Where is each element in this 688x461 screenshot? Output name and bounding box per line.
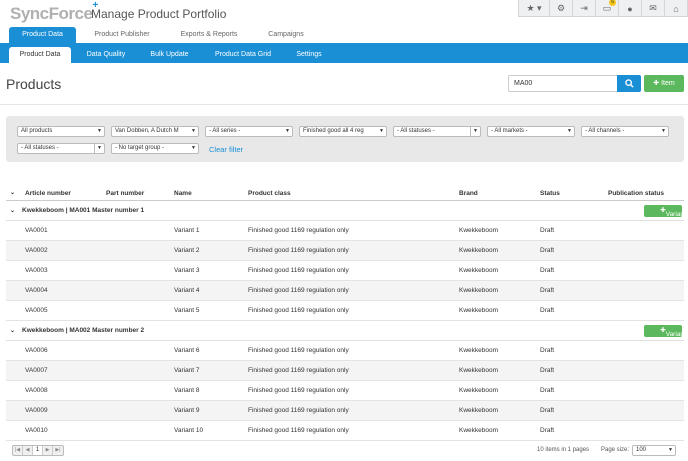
pager: |◀ ◀ 1 ▶ ▶|: [12, 445, 64, 456]
next-page-icon[interactable]: ▶: [43, 446, 53, 455]
search-icon: [624, 79, 634, 88]
table-row[interactable]: VA0007 Variant 7 Finished good 1169 regula…: [6, 361, 684, 381]
table-row[interactable]: VA0002 Variant 2 Finished good 1169 regula…: [6, 241, 684, 261]
top-bar: SyncForce+ Manage Product Portfolio ★ ▾ …: [0, 0, 688, 26]
logout-icon[interactable]: ⇥: [573, 0, 596, 17]
filter-status-select[interactable]: - All statuses - ▼: [393, 126, 481, 137]
main-tabs: Product Data Product Publisher Exports &…: [0, 26, 688, 43]
plus-icon: ✚: [653, 80, 662, 87]
filter-series-select[interactable]: - All series - ▼: [205, 126, 293, 137]
group-title: Kwekkeboom | MA002 Master number 2: [22, 327, 145, 334]
table-row[interactable]: VA0006 Variant 6 Finished good 1169 regula…: [6, 341, 684, 361]
chevron-down-icon: ▼: [97, 128, 102, 134]
group-header[interactable]: ⌄ Kwekkeboom | MA001 Master number 1 ✚ V…: [6, 201, 686, 221]
column-brand[interactable]: Brand: [459, 186, 478, 201]
collapse-chevron-icon[interactable]: ⌄: [10, 321, 15, 341]
group-header[interactable]: ⌄ Kwekkeboom | MA002 Master number 2 ✚ V…: [6, 321, 686, 341]
grid-header: ⌄ Article number Part number Name Produc…: [6, 186, 684, 201]
chevron-down-icon: ▼: [191, 145, 196, 151]
grid-footer: |◀ ◀ 1 ▶ ▶| 10 items in 1 pages Page siz…: [0, 443, 688, 461]
column-product-class[interactable]: Product class: [248, 186, 291, 201]
column-article-number[interactable]: Article number: [25, 186, 71, 201]
filter-target-group-select[interactable]: - No target group - ▼: [111, 143, 199, 154]
search-input[interactable]: MA00: [508, 75, 618, 92]
collapse-chevron-icon[interactable]: ⌄: [10, 201, 15, 221]
subtab-product-data[interactable]: Product Data: [9, 47, 71, 63]
filter-products-select[interactable]: All products ▼: [17, 126, 105, 137]
chevron-down-icon: ▼: [191, 128, 196, 134]
inbox-icon[interactable]: ▭ 6: [596, 0, 619, 17]
sub-tabs: Product Data Data Quality Bulk Update Pr…: [0, 43, 688, 63]
notification-badge: 6: [609, 0, 616, 6]
clear-filter-link[interactable]: Clear filter: [209, 145, 243, 154]
chevron-down-icon: ▼: [661, 128, 666, 134]
subtab-settings[interactable]: Settings: [286, 47, 332, 63]
search-button[interactable]: [617, 75, 641, 92]
chevron-down-icon: ▼: [473, 128, 478, 134]
divider: [0, 104, 688, 105]
column-name[interactable]: Name: [174, 186, 192, 201]
table-row[interactable]: VA0010 Variant 10 Finished good 1169 regul…: [6, 421, 684, 441]
add-item-button[interactable]: ✚ Item: [644, 75, 684, 92]
chevron-down-icon: ▼: [97, 145, 102, 151]
chevron-down-icon: ▼: [567, 128, 572, 134]
subtab-data-quality[interactable]: Data Quality: [78, 47, 134, 63]
page-size-label: Page size:: [601, 447, 630, 453]
column-publication-status[interactable]: Publication status: [608, 186, 664, 201]
tab-product-publisher[interactable]: Product Publisher: [87, 27, 157, 43]
syncforce-logo[interactable]: SyncForce+: [10, 0, 98, 24]
table-row[interactable]: VA0004 Variant 4 Finished good 1169 regula…: [6, 281, 684, 301]
prev-page-icon[interactable]: ◀: [23, 446, 33, 455]
page-title: Products: [6, 76, 62, 92]
table-row[interactable]: VA0001 Variant 1 Finished good 1169 regula…: [6, 221, 684, 241]
home-icon[interactable]: ⌂: [665, 0, 688, 17]
chevron-down-icon: ▼: [668, 447, 673, 453]
table-row[interactable]: VA0008 Variant 8 Finished good 1169 regula…: [6, 381, 684, 401]
column-status[interactable]: Status: [540, 186, 560, 201]
first-page-icon[interactable]: |◀: [13, 446, 23, 455]
pager-info: 10 items in 1 pages: [537, 447, 590, 453]
column-part-number[interactable]: Part number: [106, 186, 144, 201]
tab-product-data[interactable]: Product Data: [9, 27, 76, 43]
add-variant-button[interactable]: ✚ Variant: [644, 325, 686, 338]
top-icon-bar: ★ ▾ ⚙ ⇥ ▭ 6 ● ✉ ⌂: [518, 0, 688, 17]
table-row[interactable]: VA0009 Variant 9 Finished good 1169 regula…: [6, 401, 684, 421]
filter-channels-select[interactable]: - All channels - ▼: [581, 126, 669, 137]
filter-brand-select[interactable]: Van Dobben, A Dutch M ▼: [111, 126, 199, 137]
filter-product-class-select[interactable]: Finished good all 4 reg ▼: [299, 126, 387, 137]
filter-markets-select[interactable]: - All markets - ▼: [487, 126, 575, 137]
add-variant-button[interactable]: ✚ Variant: [644, 205, 686, 218]
mail-icon[interactable]: ✉: [642, 0, 665, 17]
filter-panel: All products ▼ Van Dobben, A Dutch M ▼ - A…: [6, 116, 684, 162]
user-icon[interactable]: ●: [619, 0, 642, 17]
table-row[interactable]: VA0003 Variant 3 Finished good 1169 regula…: [6, 261, 684, 281]
current-page[interactable]: 1: [33, 446, 43, 455]
favorites-star-icon[interactable]: ★ ▾: [519, 0, 550, 17]
last-page-icon[interactable]: ▶|: [53, 446, 63, 455]
page-size-select[interactable]: 100 ▼: [632, 445, 676, 456]
tab-campaigns[interactable]: Campaigns: [258, 27, 314, 43]
app-title: Manage Product Portfolio: [91, 7, 227, 21]
group-title: Kwekkeboom | MA001 Master number 1: [22, 207, 145, 214]
table-row[interactable]: VA0005 Variant 5 Finished good 1169 regula…: [6, 301, 684, 321]
filter-publication-status-select[interactable]: - All statuses - ▼: [17, 143, 105, 154]
subtab-bulk-update[interactable]: Bulk Update: [142, 47, 197, 63]
tab-exports-reports[interactable]: Exports & Reports: [172, 27, 246, 43]
chevron-down-icon: ▼: [379, 128, 384, 134]
gear-icon[interactable]: ⚙: [550, 0, 573, 17]
expand-all-chevron-icon[interactable]: ⌄: [10, 186, 15, 201]
chevron-down-icon: ▼: [285, 128, 290, 134]
subtab-product-data-grid[interactable]: Product Data Grid: [206, 47, 280, 63]
